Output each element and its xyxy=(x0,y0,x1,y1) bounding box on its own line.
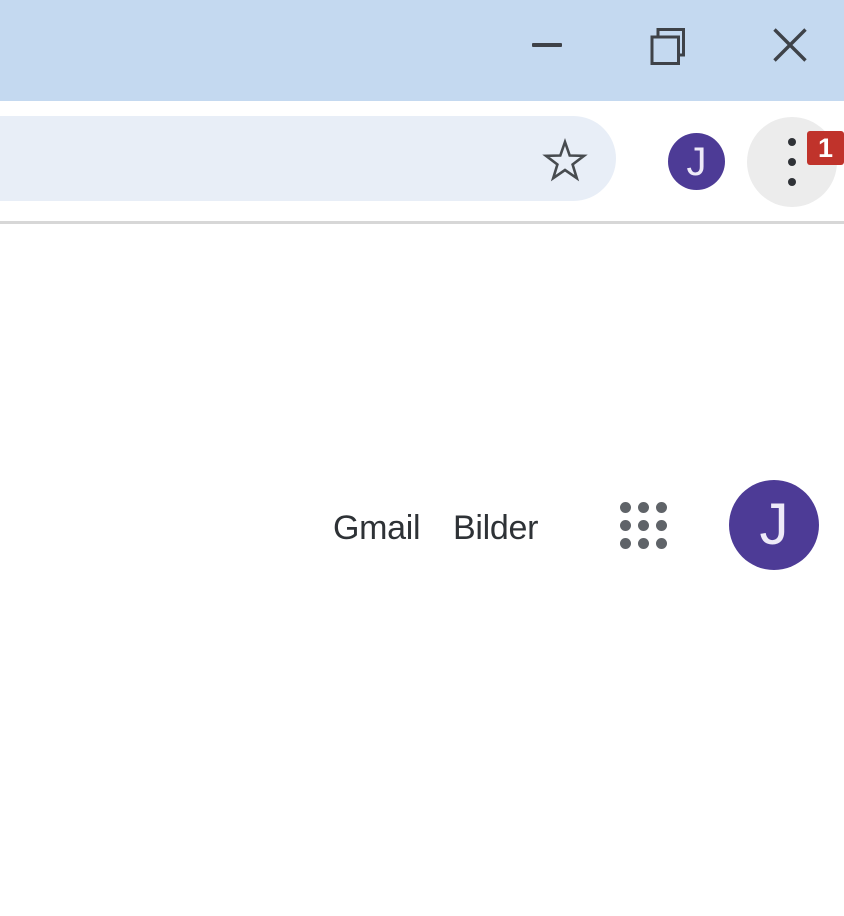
browser-window: J 1 Gmail Bilder J xyxy=(0,0,844,916)
google-apps-button[interactable] xyxy=(619,501,668,550)
three-dot-menu-icon xyxy=(788,138,796,186)
apps-grid-icon xyxy=(620,502,667,549)
address-bar[interactable] xyxy=(0,116,616,201)
titlebar xyxy=(0,0,844,101)
close-icon xyxy=(773,28,807,62)
minimize-button[interactable] xyxy=(524,33,570,57)
restore-button[interactable] xyxy=(646,24,688,66)
account-initial: J xyxy=(759,492,789,557)
images-link[interactable]: Bilder xyxy=(453,511,538,545)
browser-profile-avatar[interactable]: J xyxy=(668,133,725,190)
bookmark-star-icon xyxy=(542,138,588,182)
minimize-icon xyxy=(532,43,562,47)
restore-icon xyxy=(650,28,685,65)
profile-initial: J xyxy=(686,139,707,184)
account-avatar[interactable]: J xyxy=(729,480,819,570)
close-button[interactable] xyxy=(771,26,809,64)
google-start-page: Gmail Bilder J xyxy=(0,224,844,916)
browser-toolbar: J 1 xyxy=(0,101,844,221)
gmail-link[interactable]: Gmail xyxy=(333,511,421,545)
bookmark-button[interactable] xyxy=(542,138,588,184)
annotation-badge-1: 1 xyxy=(807,131,844,165)
